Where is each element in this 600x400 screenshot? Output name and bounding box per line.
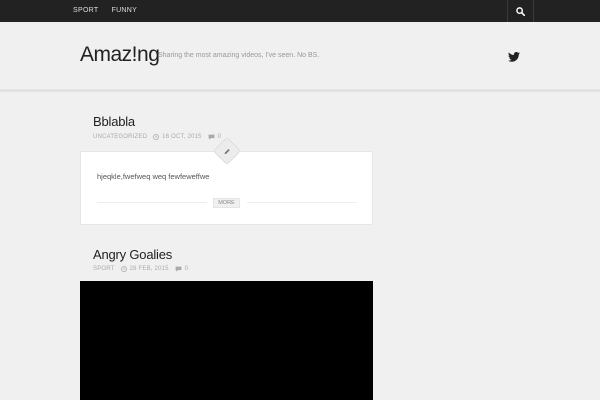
search-icon <box>516 6 525 16</box>
post-meta: UNCATEGORIZED 16 OCT, 2015 0 <box>93 134 221 140</box>
site-header: Amaz!ng Sharing the most amazing videos,… <box>0 22 600 90</box>
nav-item-funny[interactable]: FUNNY <box>112 0 138 22</box>
clock-icon <box>120 266 127 272</box>
top-nav: SPORT FUNNY <box>73 0 150 22</box>
search-button[interactable] <box>507 0 534 22</box>
comment-icon <box>175 266 182 272</box>
header-divider <box>0 89 600 92</box>
pencil-icon <box>224 148 230 154</box>
post-meta: SPORT 28 FEB, 2015 0 <box>93 266 188 272</box>
clock-icon <box>153 134 160 140</box>
post-comments-count[interactable]: 0 <box>218 134 222 140</box>
site-tagline: Sharing the most amazing videos, I've se… <box>158 52 320 59</box>
post-date: 16 OCT, 2015 <box>162 134 202 140</box>
top-bar: SPORT FUNNY <box>0 0 600 22</box>
nav-item-sport[interactable]: SPORT <box>73 0 99 22</box>
post-excerpt: hjeqkle,fwefweq weq fewfeweffwe <box>97 172 210 181</box>
post-title[interactable]: Bblabla <box>93 114 135 129</box>
more-button[interactable]: MORE <box>213 198 240 208</box>
post-date: 28 FEB, 2015 <box>129 266 169 272</box>
comment-icon <box>208 134 215 140</box>
post-comments-count[interactable]: 0 <box>185 266 189 272</box>
twitter-icon[interactable] <box>508 52 520 62</box>
video-player[interactable] <box>80 281 373 400</box>
post-category[interactable]: UNCATEGORIZED <box>93 134 147 140</box>
post-title[interactable]: Angry Goalies <box>93 247 172 262</box>
site-logo[interactable]: Amaz!ng <box>80 43 160 67</box>
post-category[interactable]: SPORT <box>93 266 115 272</box>
divider <box>97 202 207 203</box>
divider <box>247 202 357 203</box>
